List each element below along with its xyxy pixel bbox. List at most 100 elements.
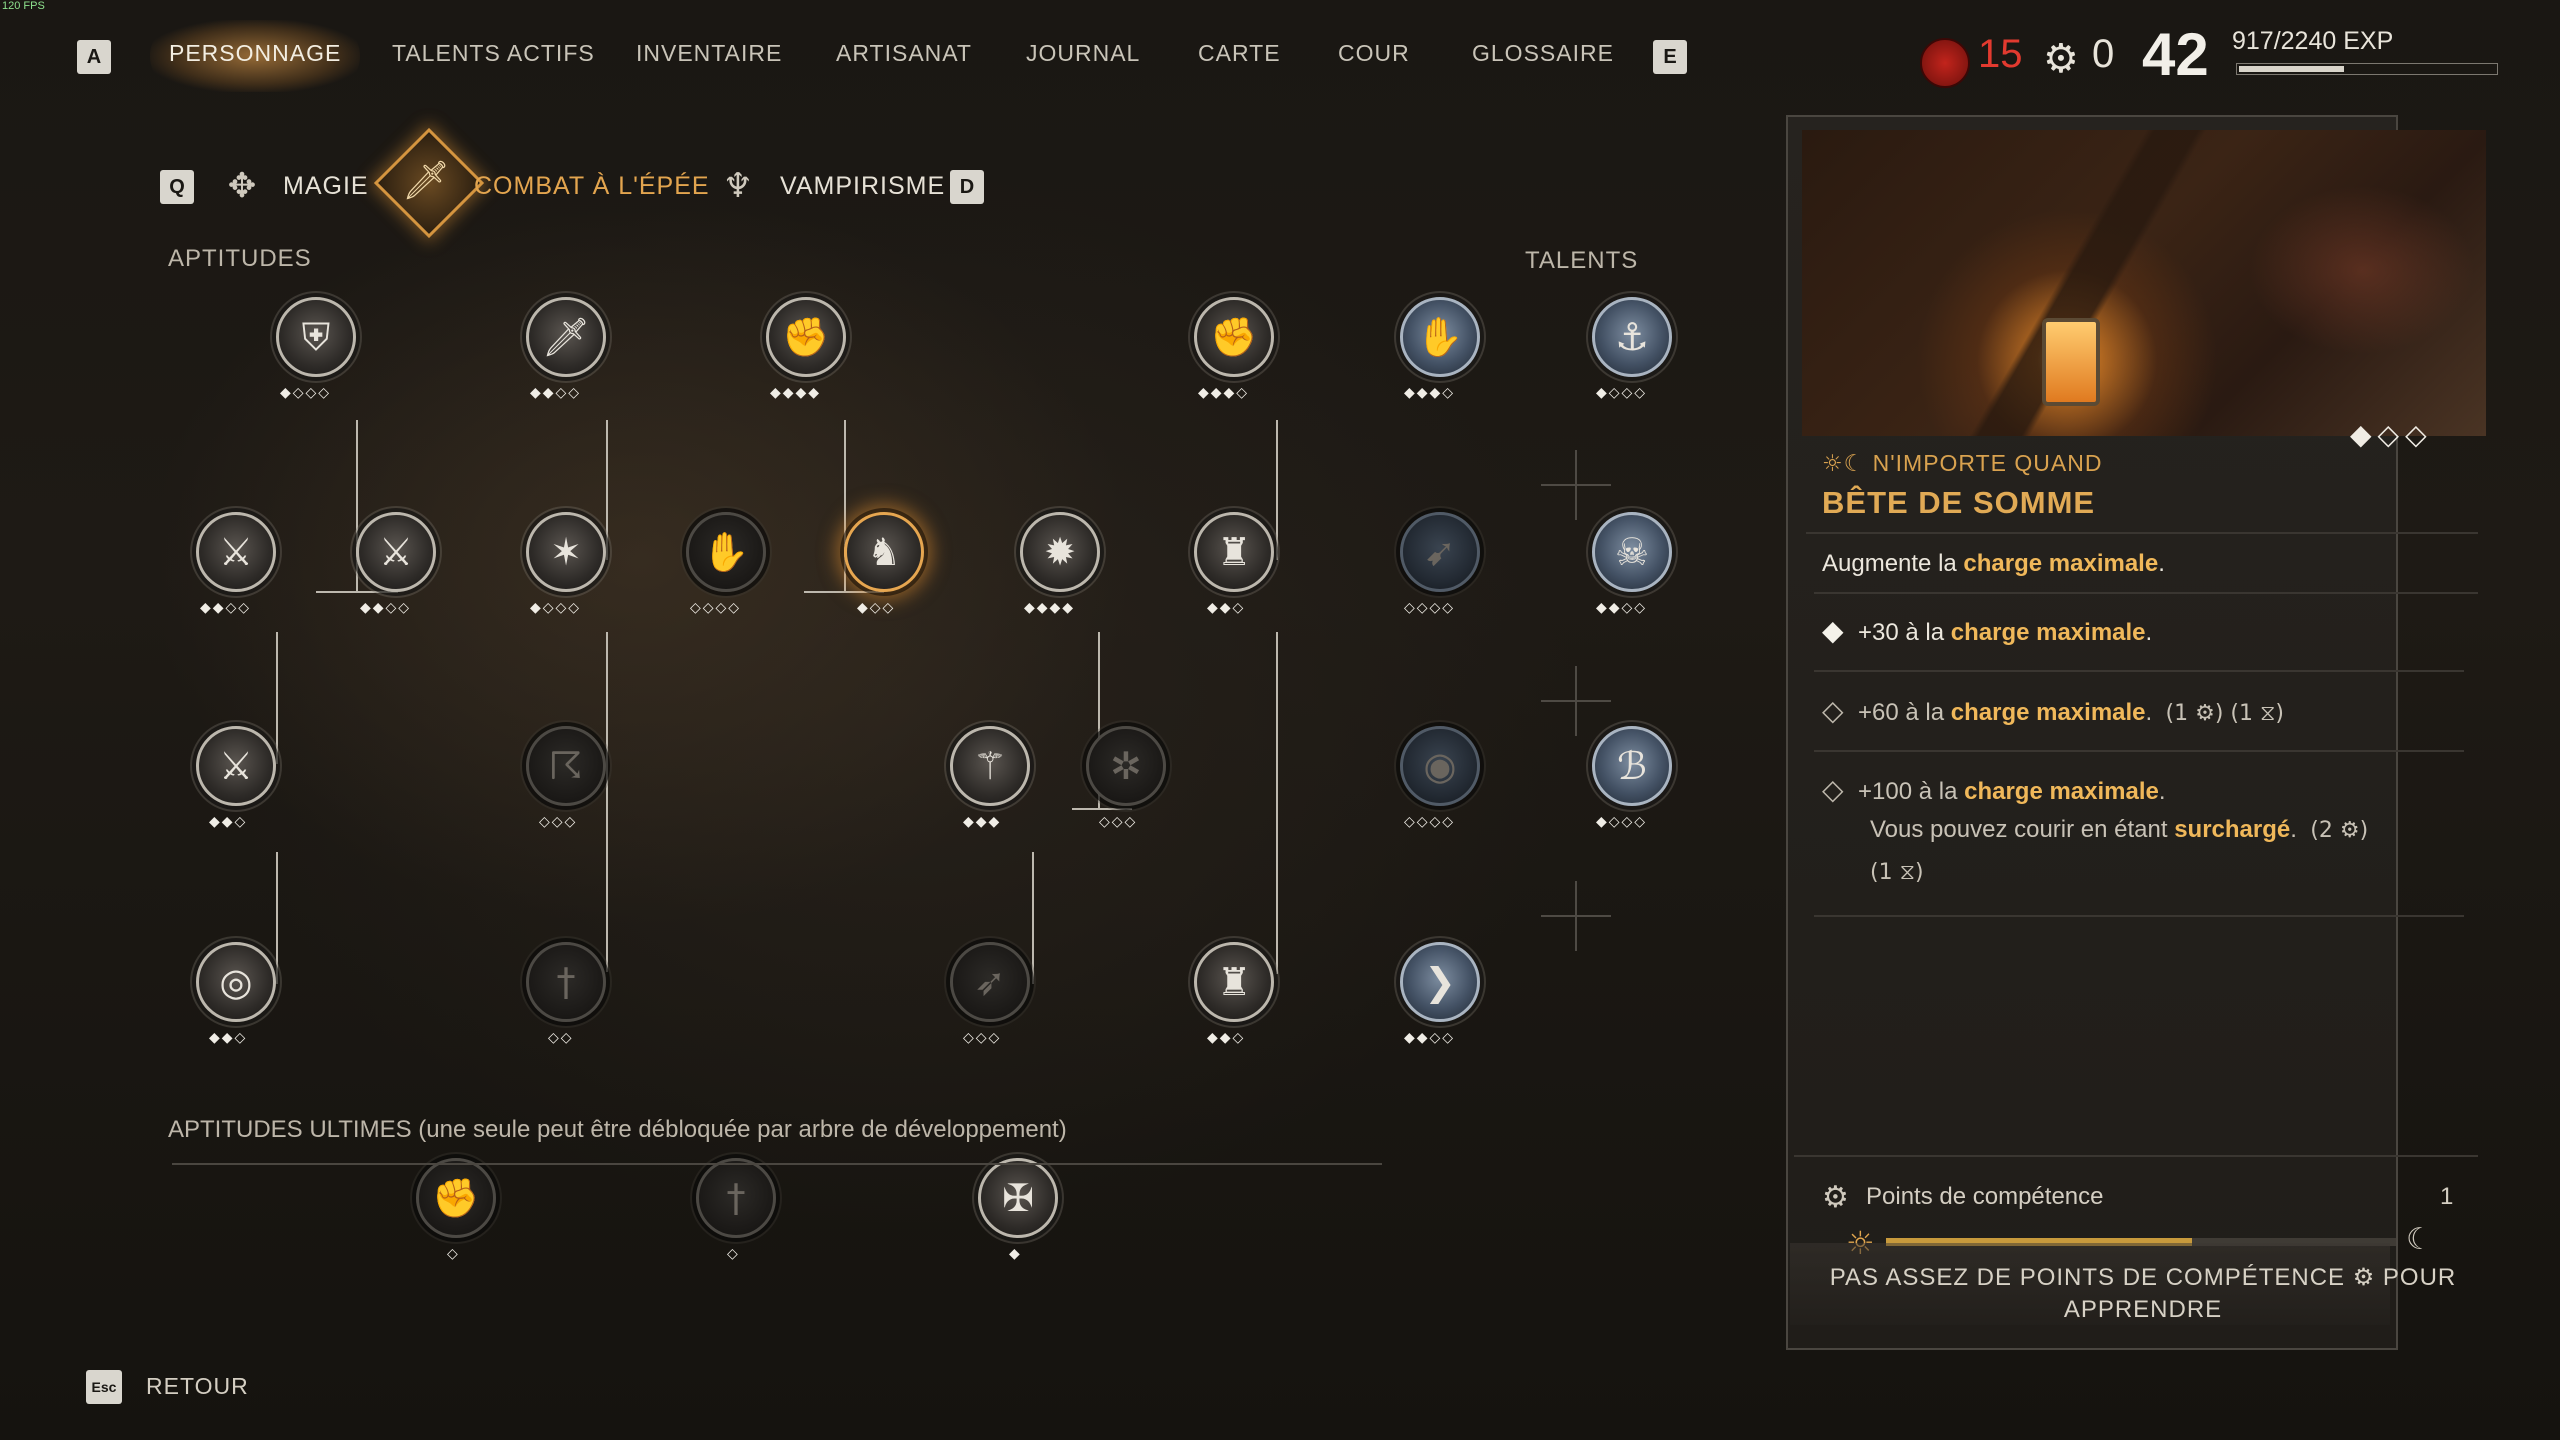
- learn-warning-line1: PAS ASSEZ DE POINTS DE COMPÉTENCE ⚙ POUR: [1829, 1264, 2457, 1291]
- eye-icon: ◉: [1423, 744, 1457, 788]
- skill-rank-diamonds: ◇◇◇: [539, 814, 578, 830]
- sword-burst-icon: ✶: [550, 530, 582, 574]
- tree-connector: [1276, 632, 1278, 974]
- skill-node-armor[interactable]: ♜: [1194, 512, 1274, 592]
- image-pager[interactable]: ◆◇◇: [2350, 418, 2433, 451]
- learn-warning-line2: APPRENDRE: [2063, 1296, 2223, 1323]
- category-vampirisme[interactable]: VAMPIRISME: [780, 172, 945, 201]
- ultimate-rank-diamonds: ◇: [447, 1246, 460, 1262]
- tab-inventaire[interactable]: INVENTAIRE: [636, 40, 782, 67]
- skill-rank-diamonds: ◆◆◇◇: [200, 600, 252, 616]
- blood-essence-count: 15: [1978, 32, 2023, 76]
- fist-ultimate-icon: ✊: [432, 1176, 480, 1220]
- player-level: 42: [2142, 21, 2209, 88]
- category-next-key[interactable]: D: [950, 170, 984, 204]
- skill-node-crossed-swords[interactable]: ⚔: [356, 512, 436, 592]
- tier-2-marker: ◇: [1822, 694, 1844, 727]
- skill-node-bullseye[interactable]: ◎: [196, 942, 276, 1022]
- talent-node-rune[interactable]: ℬ: [1592, 726, 1672, 806]
- tier-3-line2: Vous pouvez courir en étant surchargé. (…: [1870, 816, 2368, 844]
- skill-node-pack-mule[interactable]: ♞: [844, 512, 924, 592]
- skill-node-shield[interactable]: ⛨: [276, 297, 356, 377]
- plate-armor-icon: ♜: [1216, 960, 1252, 1004]
- tier-1-hl: charge maximale: [1950, 619, 2146, 646]
- skill-illustration: [1802, 130, 2486, 436]
- skill-node-hook[interactable]: ☈: [526, 726, 606, 806]
- talent-node-leap[interactable]: ❯: [1400, 942, 1480, 1022]
- skill-timing-label: N'IMPORTE QUAND: [1872, 450, 2103, 476]
- tier-3-post: .: [2158, 778, 2166, 805]
- desc-highlight: charge maximale: [1963, 550, 2159, 577]
- strength-icon: ✊: [782, 315, 830, 359]
- dagger-icon: 🗡: [541, 315, 591, 359]
- tier-3-requirement: (2 ⚙): [2310, 818, 2369, 843]
- tier-3-text: +100 à la charge maximale.: [1858, 778, 2166, 805]
- skill-rank-diamonds: ◇◇: [548, 1030, 574, 1046]
- skill-rank-diamonds: ◇◇◇◇: [690, 600, 742, 616]
- category-magie[interactable]: MAGIE: [283, 172, 369, 201]
- blood-essence-icon: [1920, 38, 1970, 88]
- talent-node-dash[interactable]: ➹: [1400, 512, 1480, 592]
- ultimate-node-sword-ultimate[interactable]: †: [696, 1158, 776, 1238]
- skill-rank-diamonds: ◆◆◆◇: [1198, 385, 1250, 401]
- talent-rank-diamonds: ◆◆◇◇: [1404, 1030, 1456, 1046]
- talent-slot-cross: [1541, 881, 1611, 951]
- skill-node-blade-fan[interactable]: ⚚: [950, 726, 1030, 806]
- skill-rank-diamonds: ◆◇◇◇: [280, 385, 332, 401]
- skill-node-dagger[interactable]: 🗡: [526, 297, 606, 377]
- nav-prev-key[interactable]: A: [77, 40, 111, 74]
- tier-1-text: +30 à la charge maximale.: [1858, 619, 2152, 646]
- skill-description: Augmente la charge maximale.: [1822, 550, 2165, 578]
- talent-slot-cross: [1541, 450, 1611, 520]
- claw-icon: ✋: [702, 530, 750, 574]
- sword-icon: 🗡: [401, 157, 451, 202]
- category-combat-epee[interactable]: COMBAT À L'ÉPÉE: [474, 172, 710, 201]
- rune-icon: ℬ: [1617, 744, 1647, 788]
- skill-node-target-wheel[interactable]: ✲: [1086, 726, 1166, 806]
- tier-1: ◆ +30 à la charge maximale.: [1822, 614, 2152, 647]
- hand-icon: ✋: [1416, 315, 1464, 359]
- skill-node-plate-armor[interactable]: ♜: [1194, 942, 1274, 1022]
- vampire-icon: ♆: [722, 166, 754, 206]
- skull-icon: ☠: [1614, 530, 1650, 574]
- skill-node-rage[interactable]: ✹: [1020, 512, 1100, 592]
- tab-carte[interactable]: CARTE: [1198, 40, 1281, 67]
- talents-heading: TALENTS: [1525, 247, 1639, 274]
- skill-rank-diamonds: ◇◇◇: [963, 1030, 1002, 1046]
- leap-icon: ❯: [1424, 960, 1456, 1004]
- tab-personnage[interactable]: PERSONNAGE: [169, 40, 341, 67]
- tier-3-line2-post: .: [2290, 816, 2297, 843]
- skill-node-slash[interactable]: ⚔: [196, 512, 276, 592]
- skill-node-sword-swing[interactable]: ⚔: [196, 726, 276, 806]
- exp-text: 917/2240 EXP: [2232, 27, 2394, 55]
- tab-journal[interactable]: JOURNAL: [1026, 40, 1140, 67]
- skill-points-label: Points de compétence: [1866, 1183, 2104, 1210]
- skill-points-value: 1: [2440, 1183, 2454, 1210]
- tab-talents-actifs[interactable]: TALENTS ACTIFS: [392, 40, 595, 67]
- back-button[interactable]: RETOUR: [146, 1373, 249, 1400]
- skill-node-claw[interactable]: ✋: [686, 512, 766, 592]
- skill-node-sword-burst[interactable]: ✶: [526, 512, 606, 592]
- bullseye-icon: ◎: [219, 960, 253, 1004]
- skill-node-lunge[interactable]: ➶: [950, 942, 1030, 1022]
- talent-node-skull[interactable]: ☠: [1592, 512, 1672, 592]
- talent-node-anchor[interactable]: ⚓: [1592, 297, 1672, 377]
- skill-title: BÊTE DE SOMME: [1822, 485, 2096, 520]
- nav-next-key[interactable]: E: [1653, 40, 1687, 74]
- ultimate-node-blade-storm-ultimate[interactable]: ✠: [978, 1158, 1058, 1238]
- talent-node-hand[interactable]: ✋: [1400, 297, 1480, 377]
- category-prev-key[interactable]: Q: [160, 170, 194, 204]
- skill-node-fist[interactable]: ✊: [1194, 297, 1274, 377]
- tab-cour[interactable]: COUR: [1338, 40, 1410, 67]
- skill-rank-diamonds: ◆◆◇: [1207, 600, 1246, 616]
- tier-2-requirement: (1 ⚙) (1 ⧖): [2165, 701, 2285, 726]
- tab-glossaire[interactable]: GLOSSAIRE: [1472, 40, 1614, 67]
- escape-key[interactable]: Esc: [86, 1370, 122, 1404]
- ultimates-divider: [172, 1163, 1382, 1165]
- skill-node-sheathed-sword[interactable]: †: [526, 942, 606, 1022]
- skill-timing: ☼☾ N'IMPORTE QUAND: [1822, 450, 2102, 477]
- tab-artisanat[interactable]: ARTISANAT: [836, 40, 972, 67]
- skill-node-strength[interactable]: ✊: [766, 297, 846, 377]
- ultimate-node-fist-ultimate[interactable]: ✊: [416, 1158, 496, 1238]
- talent-node-eye[interactable]: ◉: [1400, 726, 1480, 806]
